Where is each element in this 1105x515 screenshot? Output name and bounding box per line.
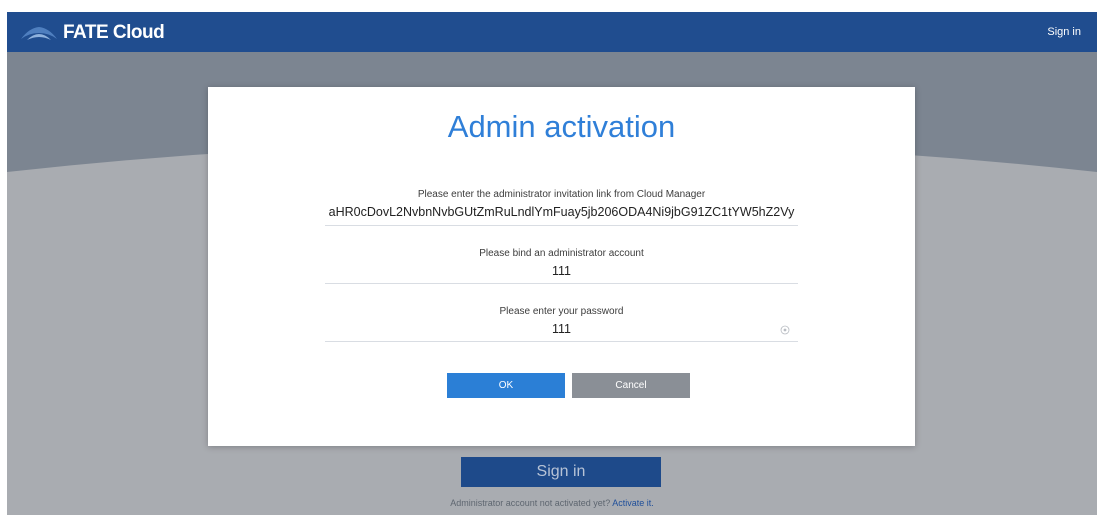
admin-account-input[interactable]: 111 (325, 264, 798, 278)
invitation-link-input[interactable]: aHR0cDovL2NvbnNvbGUtZmRuLndlYmFuay5jb206… (325, 205, 798, 219)
brand-name: FATE Cloud (63, 22, 165, 43)
top-navigation-bar: FATE Cloud Sign in (7, 12, 1097, 52)
password-input[interactable]: 111 (325, 322, 798, 336)
activation-prompt-text: Administrator account not activated yet? (450, 498, 611, 508)
activate-link[interactable]: Activate it. (612, 498, 654, 508)
activation-prompt: Administrator account not activated yet?… (7, 498, 1097, 508)
brand-logo[interactable]: FATE Cloud (19, 20, 169, 46)
invitation-link-label: Please enter the administrator invitatio… (417, 189, 706, 200)
header-signin-link[interactable]: Sign in (1047, 26, 1081, 38)
admin-activation-dialog: Admin activation Please enter the admini… (208, 87, 915, 446)
cloud-logo-icon (21, 27, 57, 40)
password-label: Please enter your password (499, 306, 624, 317)
admin-account-field[interactable]: Please bind an administrator account 111 (325, 248, 798, 284)
eye-icon[interactable] (780, 325, 790, 335)
background-signin-button[interactable]: Sign in (461, 457, 661, 487)
dialog-title: Admin activation (447, 109, 676, 144)
admin-account-label: Please bind an administrator account (479, 248, 644, 259)
password-field[interactable]: Please enter your password 111 (325, 306, 798, 342)
invitation-link-field[interactable]: Please enter the administrator invitatio… (325, 189, 798, 226)
ok-button[interactable]: OK (447, 373, 565, 398)
cancel-button[interactable]: Cancel (572, 373, 690, 398)
